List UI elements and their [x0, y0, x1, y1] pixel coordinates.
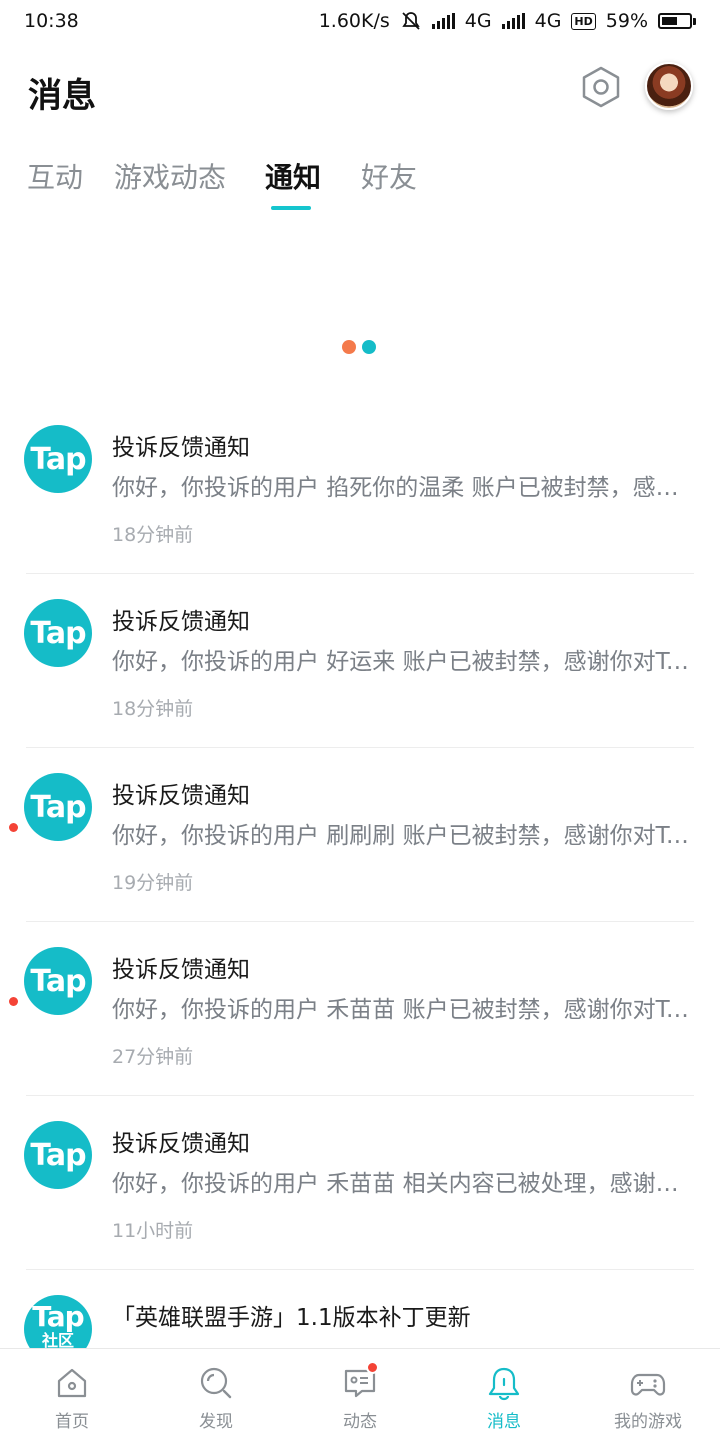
- notification-title: 投诉反馈通知: [112, 1131, 250, 1157]
- taptap-logo-icon: Tap: [24, 947, 92, 1015]
- tab-interaction[interactable]: 互动: [27, 156, 83, 196]
- nav-home[interactable]: 首页: [0, 1349, 144, 1440]
- status-bar: 10:38 1.60K/s 4G 4G HD 59%: [0, 0, 720, 42]
- taptap-logo-icon: Tap: [24, 1121, 92, 1189]
- settings-icon[interactable]: [580, 66, 622, 108]
- notification-body: 你好，你投诉的用户 禾苗苗 账户已被封禁，感谢你对TapTap社区的支持: [112, 997, 692, 1023]
- nav-label: 我的游戏: [614, 1412, 682, 1432]
- nav-label: 首页: [55, 1412, 89, 1432]
- unread-dot: [9, 823, 18, 832]
- gamepad-icon: [630, 1373, 666, 1396]
- notification-time: 18分钟前: [112, 524, 194, 546]
- notification-title: 投诉反馈通知: [112, 783, 250, 809]
- notification-item[interactable]: Tap 投诉反馈通知 你好，你投诉的用户 好运来 账户已被封禁，感谢你对TapT…: [0, 574, 720, 748]
- status-right: 1.60K/s 4G 4G HD 59%: [319, 10, 696, 32]
- unread-dot: [9, 997, 18, 1006]
- battery-percent: 59%: [605, 10, 648, 32]
- logo-text: Tap: [32, 1300, 84, 1333]
- page-title: 消息: [28, 76, 96, 116]
- nav-messages[interactable]: 消息: [432, 1349, 576, 1440]
- notification-body: 你好，你投诉的用户 掐死你的温柔 账户已被封禁，感谢你对TapTap社区的支持: [112, 475, 692, 501]
- notification-body: 你好，你投诉的用户 刷刷刷 账户已被封禁，感谢你对TapTap社区的支持: [112, 823, 692, 849]
- hd-icon: HD: [571, 12, 596, 30]
- nav-label: 发现: [199, 1412, 233, 1432]
- loading-indicator: [342, 340, 376, 354]
- nav-label: 消息: [487, 1412, 521, 1432]
- tab-notifications[interactable]: 通知: [265, 156, 321, 196]
- notification-body: 你好，你投诉的用户 好运来 账户已被封禁，感谢你对TapTap社区的支持: [112, 649, 692, 675]
- taptap-logo-icon: Tap: [24, 773, 92, 841]
- moments-badge: [366, 1361, 379, 1374]
- tab-game-news[interactable]: 游戏动态: [114, 156, 226, 196]
- signal-2-icon: [501, 13, 525, 29]
- nav-discover[interactable]: 发现: [144, 1349, 288, 1440]
- logo-sub-text: 社区: [41, 1331, 74, 1350]
- mute-bell-icon: [402, 12, 420, 30]
- notification-title: 投诉反馈通知: [112, 957, 250, 983]
- avatar[interactable]: [645, 62, 693, 110]
- nav-my-games[interactable]: 我的游戏: [576, 1349, 720, 1440]
- tab-bar: 互动 游戏动态 通知 好友: [0, 150, 720, 220]
- notification-item[interactable]: Tap 投诉反馈通知 你好，你投诉的用户 刷刷刷 账户已被封禁，感谢你对TapT…: [0, 748, 720, 922]
- loading-dot-orange: [342, 340, 356, 354]
- notification-time: 11小时前: [112, 1220, 194, 1242]
- notification-time: 19分钟前: [112, 872, 194, 894]
- notification-item[interactable]: Tap 投诉反馈通知 你好，你投诉的用户 禾苗苗 账户已被封禁，感谢你对TapT…: [0, 922, 720, 1096]
- tab-indicator: [271, 206, 311, 210]
- taptap-logo-icon: Tap: [24, 599, 92, 667]
- signal-1-icon: [431, 13, 455, 29]
- nav-moments[interactable]: 动态: [288, 1349, 432, 1440]
- battery-icon: [658, 13, 696, 29]
- loading-dot-teal: [362, 340, 376, 354]
- taptap-logo-icon: Tap: [24, 425, 92, 493]
- net-speed: 1.60K/s: [318, 10, 390, 32]
- status-time: 10:38: [24, 10, 79, 32]
- header: 消息: [0, 50, 720, 130]
- notification-time: 18分钟前: [112, 698, 194, 720]
- bottom-nav: 首页 发现 动态 消息 我的游戏: [0, 1348, 720, 1440]
- network-1: 4G: [464, 10, 492, 32]
- nav-label: 动态: [343, 1412, 377, 1432]
- home-icon: [57, 1368, 87, 1398]
- bell-icon: [488, 1367, 520, 1401]
- tab-friends[interactable]: 好友: [361, 156, 417, 196]
- notification-body: 你好，你投诉的用户 禾苗苗 相关内容已被处理，感谢你对TapTap社区的支持: [112, 1171, 692, 1197]
- notification-time: 27分钟前: [112, 1046, 194, 1068]
- notification-item[interactable]: Tap 投诉反馈通知 你好，你投诉的用户 禾苗苗 相关内容已被处理，感谢你对Ta…: [0, 1096, 720, 1270]
- discover-icon: [200, 1367, 232, 1399]
- moments-icon-wrap: [342, 1361, 379, 1401]
- notification-item[interactable]: Tap 投诉反馈通知 你好，你投诉的用户 掐死你的温柔 账户已被封禁，感谢你对T…: [0, 400, 720, 574]
- notification-title: 投诉反馈通知: [112, 435, 250, 461]
- network-2: 4G: [534, 10, 562, 32]
- notification-title: 「英雄联盟手游」1.1版本补丁更新: [112, 1305, 471, 1331]
- notification-title: 投诉反馈通知: [112, 609, 250, 635]
